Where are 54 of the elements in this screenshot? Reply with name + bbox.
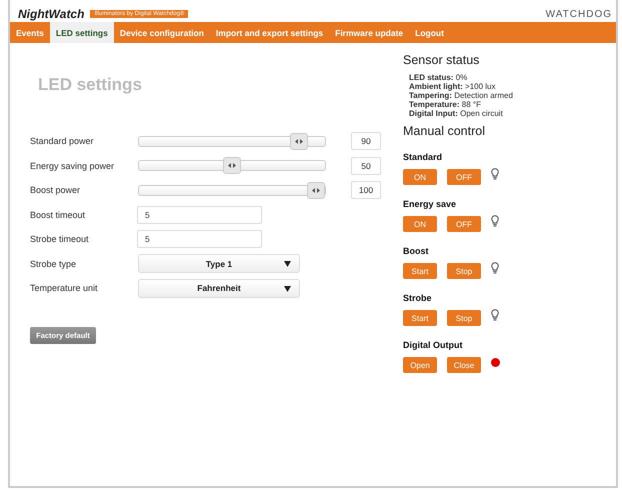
control-button[interactable]: Stop xyxy=(447,263,481,279)
value-field[interactable]: 100 xyxy=(351,181,381,200)
status-line: LED status: 0% xyxy=(409,73,468,82)
lightbulb-icon xyxy=(491,309,499,321)
nav-tab[interactable]: Events xyxy=(10,22,50,43)
setting-label: Energy saving power xyxy=(30,160,116,171)
nav-tab[interactable]: Device configuration xyxy=(114,22,210,43)
input-field[interactable]: 5 xyxy=(137,230,262,248)
page-title: LED settings xyxy=(38,75,143,95)
lightbulb-icon xyxy=(491,262,499,274)
lightbulb-icon xyxy=(491,215,499,227)
status-line: Tampering: Detection armed xyxy=(409,91,514,100)
group-title: Standard xyxy=(403,152,444,162)
logo-text: NightWatch xyxy=(18,8,84,20)
nav-tab[interactable]: LED settings xyxy=(50,22,114,43)
setting-label: Boost timeout xyxy=(30,210,86,220)
group-title: Energy save xyxy=(403,199,458,209)
control-button[interactable]: Start xyxy=(403,310,437,326)
slider-handle[interactable] xyxy=(223,157,241,174)
caret-icon xyxy=(284,261,291,268)
value-field[interactable]: 90 xyxy=(351,132,381,150)
dropdown[interactable]: Fahrenheit xyxy=(138,278,300,298)
setting-label: Strobe type xyxy=(30,258,78,269)
setting-label: Temperature unit xyxy=(30,283,99,294)
nav-tab[interactable]: Logout xyxy=(409,22,450,43)
value-field[interactable]: 50 xyxy=(351,156,381,175)
slider-handle[interactable] xyxy=(290,132,308,150)
input-field[interactable]: 5 xyxy=(137,206,262,224)
control-button[interactable]: Start xyxy=(403,263,437,279)
slider-handle[interactable] xyxy=(307,182,325,199)
section-title: Manual control xyxy=(403,124,486,138)
lightbulb-icon xyxy=(491,168,499,180)
status-line: Temperature: 88 °F xyxy=(409,100,482,109)
nav-tab[interactable]: Import and export settings xyxy=(210,22,330,43)
section-title: Sensor status xyxy=(403,53,480,67)
setting-label: Strobe timeout xyxy=(30,234,90,244)
setting-label: Standard power xyxy=(30,136,95,146)
control-button[interactable]: Open xyxy=(403,357,437,373)
control-button[interactable]: OFF xyxy=(447,216,481,232)
group-title: Digital Output xyxy=(403,340,464,350)
control-button[interactable]: ON xyxy=(403,169,437,185)
caret-icon xyxy=(284,286,291,292)
dropdown[interactable]: Type 1 xyxy=(138,254,300,274)
control-button[interactable]: Close xyxy=(447,357,481,373)
setting-label: Boost power xyxy=(30,185,82,196)
control-button[interactable]: OFF xyxy=(447,169,481,185)
status-line: Ambient light: >100 lux xyxy=(409,82,496,91)
control-button[interactable]: ON xyxy=(403,216,437,232)
brand-logo: WATCHDOG xyxy=(546,9,612,20)
nav-tab[interactable]: Firmware update xyxy=(329,22,410,43)
control-button[interactable]: Stop xyxy=(447,310,481,326)
status-line: Digital Input: Open circuit xyxy=(409,109,504,118)
group-title: Strobe xyxy=(403,293,433,303)
group-title: Boost xyxy=(403,246,430,256)
